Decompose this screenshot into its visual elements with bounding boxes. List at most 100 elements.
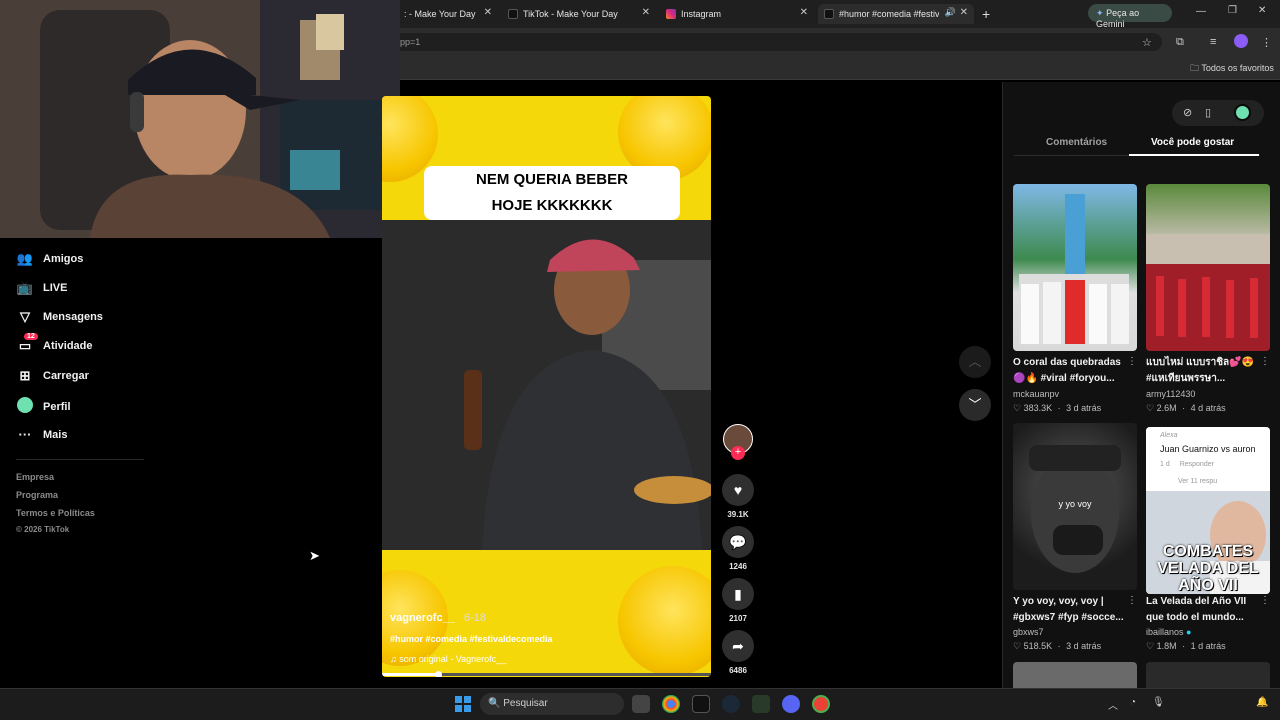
comment-text: Juan Guarnizo vs auron bbox=[1160, 444, 1256, 454]
share-count: 6486 bbox=[729, 666, 747, 675]
tiktok-icon[interactable] bbox=[692, 695, 710, 713]
browser-tab-1[interactable]: : - Make Your Day ✕ bbox=[398, 4, 498, 24]
browser-tab-4-active[interactable]: #humor #comedia #festival 🔊 ✕ bbox=[818, 4, 974, 24]
chevron-down-icon: ﹀ bbox=[968, 397, 982, 412]
more-options-icon[interactable]: ⋮ bbox=[1260, 356, 1270, 367]
steam-icon[interactable] bbox=[722, 695, 740, 713]
suggested-video-thumb[interactable] bbox=[1013, 184, 1137, 351]
speaker-icon[interactable]: 🔊 bbox=[945, 7, 956, 18]
address-bar[interactable]: pp=1 bbox=[392, 33, 1162, 51]
terminal-icon[interactable] bbox=[752, 695, 770, 713]
video-author[interactable]: vagnerofc__ bbox=[390, 612, 455, 624]
more-options-icon[interactable]: ⋮ bbox=[1127, 595, 1137, 606]
like-button[interactable]: ♥ 39.1K bbox=[722, 474, 754, 519]
chrome-active-icon[interactable] bbox=[812, 695, 830, 713]
maximize-button[interactable]: ❐ bbox=[1228, 5, 1237, 16]
minimize-button[interactable]: — bbox=[1196, 6, 1206, 17]
chrome-icon[interactable] bbox=[662, 695, 680, 713]
suggested-video-title[interactable]: O coral das quebradas 🟣🔥 #viral #foryou.… bbox=[1013, 355, 1131, 387]
sidebar-item-live[interactable]: 📺 LIVE bbox=[16, 280, 68, 296]
more-options-icon[interactable]: ⋮ bbox=[1127, 356, 1137, 367]
sidebar-item-mais[interactable]: ··· Mais bbox=[16, 427, 68, 442]
music-note-icon: ♫ bbox=[390, 654, 397, 664]
task-view-icon[interactable] bbox=[632, 695, 650, 713]
suggested-video-meta: ♡ 2.6M · 4 d atrás bbox=[1146, 403, 1226, 413]
save-button[interactable]: ▮ 2107 bbox=[722, 578, 754, 623]
profile-avatar-icon[interactable] bbox=[1234, 34, 1248, 48]
menu-dots-icon[interactable]: ⋮ bbox=[1261, 36, 1272, 49]
suggested-video-title[interactable]: La Velada del Año VII que todo el mundo.… bbox=[1146, 594, 1264, 626]
avatar[interactable] bbox=[1234, 104, 1251, 121]
suggested-video-thumb[interactable] bbox=[1146, 662, 1270, 688]
caption-line-1: NEM QUERIA BEBER bbox=[476, 171, 628, 188]
tab-voce-pode-gostar[interactable]: Você pode gostar bbox=[1151, 137, 1234, 148]
close-icon[interactable]: ✕ bbox=[642, 7, 650, 18]
sidebar-item-perfil[interactable]: Perfil bbox=[16, 397, 71, 416]
suggested-video-user[interactable]: gbxws7 bbox=[1013, 627, 1044, 637]
thumbnail-illustration bbox=[1019, 194, 1129, 344]
extensions-icon[interactable]: ⧉ bbox=[1176, 36, 1184, 49]
suggested-video-thumb[interactable] bbox=[1146, 184, 1270, 351]
video-sound[interactable]: ♫ som original - Vagnerofc__ bbox=[390, 654, 506, 664]
sidebar-item-mensagens[interactable]: ▽ Mensagens bbox=[16, 309, 103, 325]
close-icon[interactable]: ✕ bbox=[484, 7, 492, 18]
microphone-icon[interactable]: 🎙 bbox=[1152, 697, 1165, 708]
thumbnail-overlay-text: y yo voy bbox=[1058, 499, 1092, 509]
video-progress-bar[interactable] bbox=[382, 673, 711, 676]
media-control-icon[interactable]: ≡ bbox=[1210, 36, 1216, 48]
thumbnail-overlay-text: COMBATES VELADA DEL AÑO VII bbox=[1157, 543, 1259, 594]
footer-link-programa[interactable]: Programa bbox=[16, 490, 58, 500]
footer-link-termos[interactable]: Termos e Políticas bbox=[16, 508, 95, 518]
sidebar-item-label: Perfil bbox=[43, 400, 71, 413]
suggested-video-title[interactable]: Y yo voy, voy, voy | #gbxws7 #fyp #socce… bbox=[1013, 594, 1131, 626]
video-progress-handle[interactable] bbox=[434, 671, 442, 677]
sidebar-item-carregar[interactable]: ⊞ Carregar bbox=[16, 368, 89, 384]
suggested-video-likes: 383.3K bbox=[1023, 403, 1053, 413]
new-tab-button[interactable]: + bbox=[982, 6, 990, 22]
close-icon[interactable]: ✕ bbox=[960, 7, 968, 18]
next-video-button[interactable]: ﹀ bbox=[959, 389, 991, 421]
sidebar-item-label: Amigos bbox=[43, 253, 84, 265]
comment-button[interactable]: 💬 1246 bbox=[722, 526, 754, 571]
suggested-video-thumb[interactable] bbox=[1013, 662, 1137, 688]
close-icon[interactable]: ✕ bbox=[800, 7, 808, 18]
browser-tab-3[interactable]: Instagram ✕ bbox=[660, 4, 814, 24]
suggested-video-thumb[interactable]: Alexa Juan Guarnizo vs auron 1 d Respond… bbox=[1146, 427, 1270, 594]
taskbar-search[interactable]: 🔍 Pesquisar bbox=[480, 693, 624, 715]
sidebar-divider bbox=[16, 459, 144, 460]
upload-icon: ⊞ bbox=[19, 368, 31, 383]
discord-icon[interactable] bbox=[782, 695, 800, 713]
phone-icon[interactable]: ▯ bbox=[1205, 106, 1211, 119]
network-icon[interactable]: ◔ bbox=[1130, 697, 1136, 708]
tray-chevron-up-icon[interactable]: ︿ bbox=[1108, 697, 1118, 712]
verified-badge-icon: ● bbox=[1186, 627, 1192, 637]
author-avatar-button[interactable]: + bbox=[722, 424, 754, 460]
tab-comentarios[interactable]: Comentários bbox=[1046, 137, 1107, 148]
tab-title: Instagram bbox=[681, 9, 722, 19]
suggested-video-user[interactable]: mckauanpv bbox=[1013, 389, 1059, 399]
previous-video-button[interactable]: ︿ bbox=[959, 346, 991, 378]
sidebar-item-atividade[interactable]: ▭ 12 Atividade bbox=[16, 333, 93, 354]
comment-user: Alexa bbox=[1160, 432, 1178, 439]
browser-tab-2[interactable]: TikTok - Make Your Day ✕ bbox=[502, 4, 656, 24]
bookmark-star-icon[interactable]: ☆ bbox=[1142, 36, 1152, 49]
suggested-video-user[interactable]: ibaillanos ● bbox=[1146, 627, 1191, 637]
video-hashtags[interactable]: #humor #comedia #festivaldecomedia bbox=[390, 634, 553, 644]
windows-start-icon[interactable] bbox=[455, 696, 471, 712]
share-button[interactable]: ➦ 6486 bbox=[722, 630, 754, 675]
footer-link-empresa[interactable]: Empresa bbox=[16, 472, 54, 482]
follow-plus-icon[interactable]: + bbox=[731, 446, 745, 460]
window-close-button[interactable]: ✕ bbox=[1258, 5, 1266, 16]
all-bookmarks-folder[interactable]: 🗀 Todos os favoritos bbox=[1190, 61, 1274, 77]
notification-bell-icon[interactable]: 🔔 bbox=[1256, 697, 1268, 708]
gemini-button[interactable]: ✦ Peça ao Gemini bbox=[1088, 4, 1172, 29]
suggested-video-user[interactable]: army112430 bbox=[1146, 389, 1195, 399]
compass-icon[interactable]: ⊘ bbox=[1183, 106, 1192, 119]
suggested-video-age: 3 d atrás bbox=[1066, 403, 1102, 413]
suggested-video-thumb[interactable]: y yo voy bbox=[1013, 423, 1137, 590]
video-player[interactable]: NEM QUERIA BEBER HOJE KKKKKKK vagnerofc_… bbox=[382, 96, 711, 677]
suggested-video-title[interactable]: แบบไหม่ แบบราชิล💕😍 #แหเทียนพรรษา... bbox=[1146, 355, 1264, 387]
sidebar-item-amigos[interactable]: 👥 Amigos bbox=[16, 251, 83, 267]
more-options-icon[interactable]: ⋮ bbox=[1260, 595, 1270, 606]
suggested-video-likes: 2.6M bbox=[1156, 403, 1177, 413]
